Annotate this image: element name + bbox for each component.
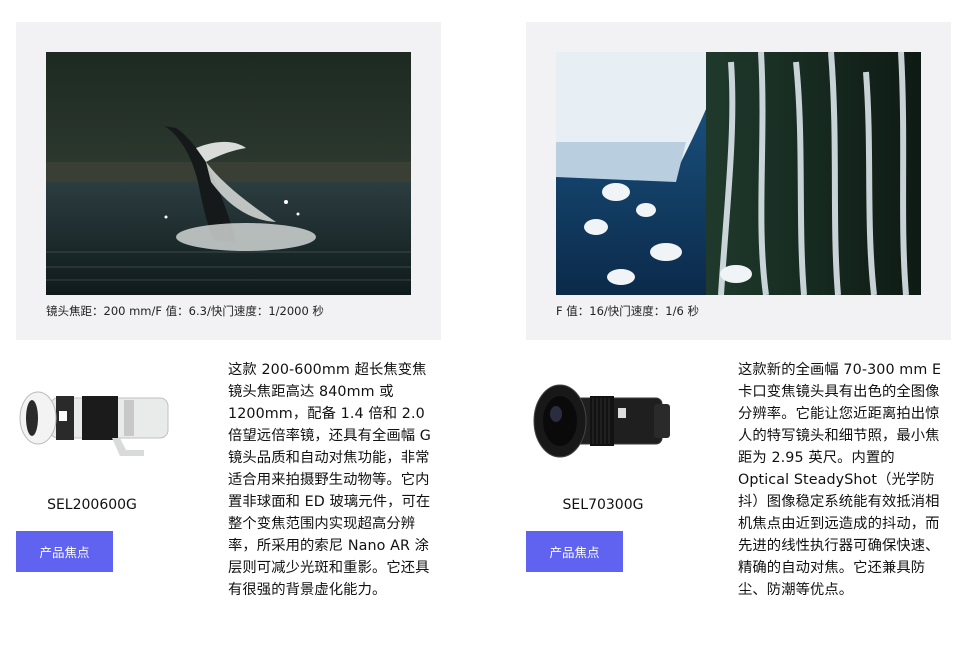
lens-model-name: SEL200600G (47, 497, 137, 513)
lens-model-name: SEL70300G (562, 497, 644, 513)
sample-photo-card-1: 镜头焦距：200 mm/F 值：6.3/快门速度：1/2000 秒 (16, 22, 441, 340)
lens-image-sel70300g (530, 380, 675, 462)
lens-description: 这款 200-600mm 超长焦变焦镜头焦距高达 840mm 或 1200mm，… (228, 362, 431, 598)
waterfall-sample-photo (556, 52, 921, 295)
lens-description: 这款新的全画幅 70-300 mm E 卡口变焦镜头具有出色的全图像分辨率。它能… (738, 362, 942, 598)
product-focus-button[interactable]: 产品焦点 (526, 531, 623, 572)
product-focus-button[interactable]: 产品焦点 (16, 531, 113, 572)
photo-exif-caption: F 值：16/快门速度：1/6 秒 (556, 304, 699, 318)
sample-photo-card-2: F 值：16/快门速度：1/6 秒 (526, 22, 951, 340)
lens-image-sel200600g (16, 384, 172, 462)
whale-sample-photo (46, 52, 411, 295)
photo-exif-caption: 镜头焦距：200 mm/F 值：6.3/快门速度：1/2000 秒 (46, 304, 324, 318)
